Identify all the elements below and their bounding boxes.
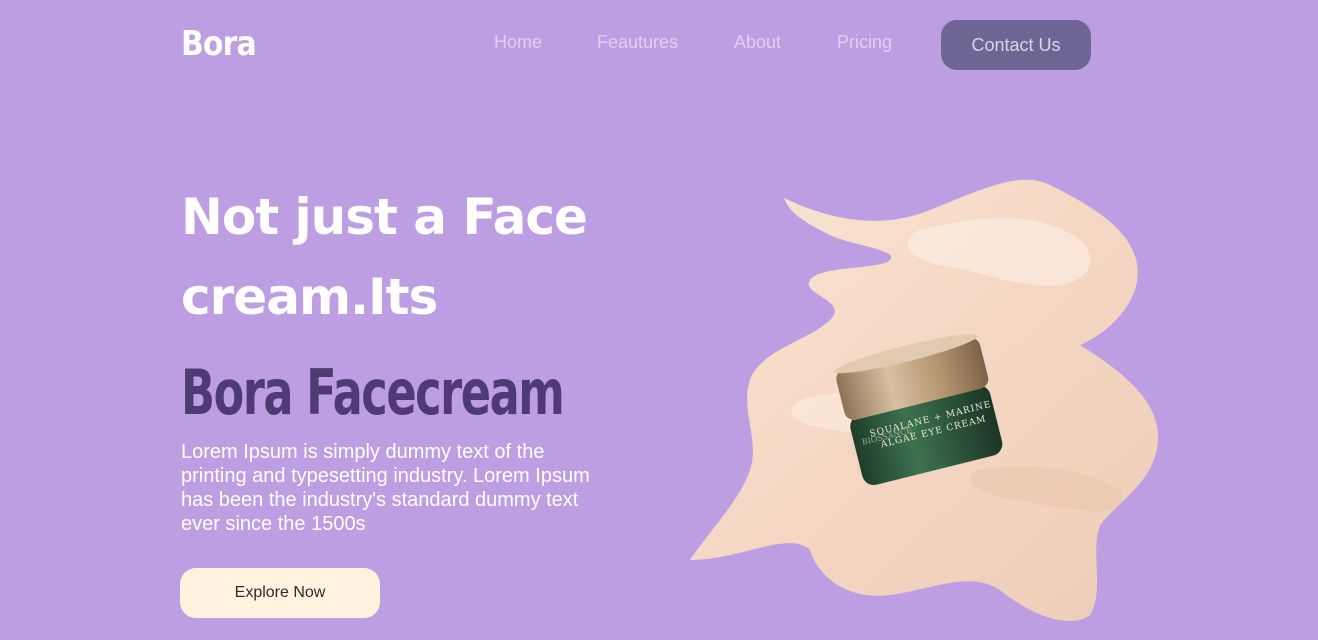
hero-description: Lorem Ipsum is simply dummy text of the … [181,441,590,535]
nav-features[interactable]: Feautures [597,32,678,53]
nav-about[interactable]: About [734,32,781,53]
logo[interactable]: Bora [181,24,257,64]
explore-now-button[interactable]: Explore Now [180,568,380,618]
product-image: SQUALANE + MARINE ALGAE EYE CREAM BIOSSA… [690,179,1159,621]
nav-home[interactable]: Home [494,32,542,53]
hero-heading-line-1: Not just a Face [181,188,588,246]
hero-brand-heading: Bora Facecream [181,356,565,429]
contact-us-button[interactable]: Contact Us [941,20,1091,70]
hero-heading-line-2: cream.Its [181,268,438,326]
nav-pricing[interactable]: Pricing [837,32,892,53]
